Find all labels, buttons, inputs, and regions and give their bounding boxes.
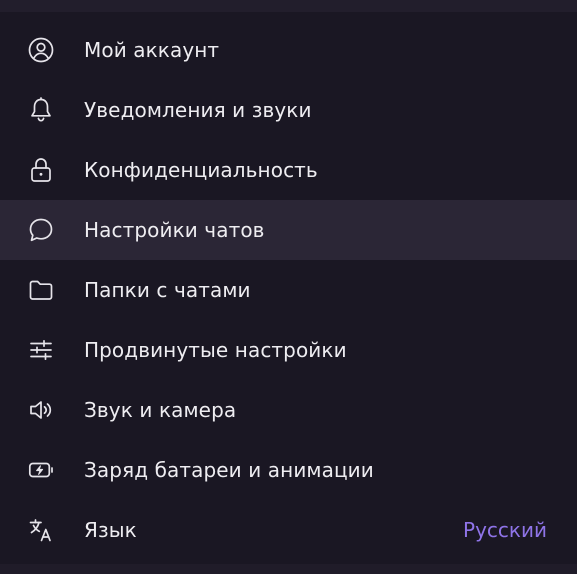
- lock-icon: [27, 156, 55, 184]
- menu-item-privacy[interactable]: Конфиденциальность: [0, 140, 577, 200]
- translate-icon: [27, 516, 55, 544]
- language-value: Русский: [463, 518, 547, 542]
- sliders-icon: [27, 336, 55, 364]
- battery-charge-icon: [27, 456, 55, 484]
- menu-item-sound-camera[interactable]: Звук и камера: [0, 380, 577, 440]
- menu-item-label: Мой аккаунт: [84, 38, 220, 62]
- menu-item-label: Продвинутые настройки: [84, 338, 347, 362]
- menu-item-label: Папки с чатами: [84, 278, 251, 302]
- menu-item-notifications[interactable]: Уведомления и звуки: [0, 80, 577, 140]
- menu-item-language[interactable]: Язык Русский: [0, 500, 577, 560]
- folder-icon: [27, 276, 55, 304]
- bottom-divider-strip: [0, 564, 577, 574]
- settings-menu: Мой аккаунт Уведомления и звуки Конфиден…: [0, 20, 577, 560]
- chat-bubble-icon: [27, 216, 55, 244]
- menu-item-battery-animation[interactable]: Заряд батареи и анимации: [0, 440, 577, 500]
- speaker-icon: [27, 396, 55, 424]
- menu-item-label: Настройки чатов: [84, 218, 265, 242]
- menu-item-label: Язык: [84, 518, 137, 542]
- menu-item-chat-folders[interactable]: Папки с чатами: [0, 260, 577, 320]
- menu-item-label: Звук и камера: [84, 398, 237, 422]
- menu-item-my-account[interactable]: Мой аккаунт: [0, 20, 577, 80]
- menu-item-chat-settings[interactable]: Настройки чатов: [0, 200, 577, 260]
- menu-item-label: Уведомления и звуки: [84, 98, 312, 122]
- menu-item-advanced-settings[interactable]: Продвинутые настройки: [0, 320, 577, 380]
- menu-item-label: Конфиденциальность: [84, 158, 318, 182]
- top-divider-strip: [0, 0, 577, 12]
- menu-item-label: Заряд батареи и анимации: [84, 458, 374, 482]
- bell-icon: [27, 96, 55, 124]
- account-circle-icon: [27, 36, 55, 64]
